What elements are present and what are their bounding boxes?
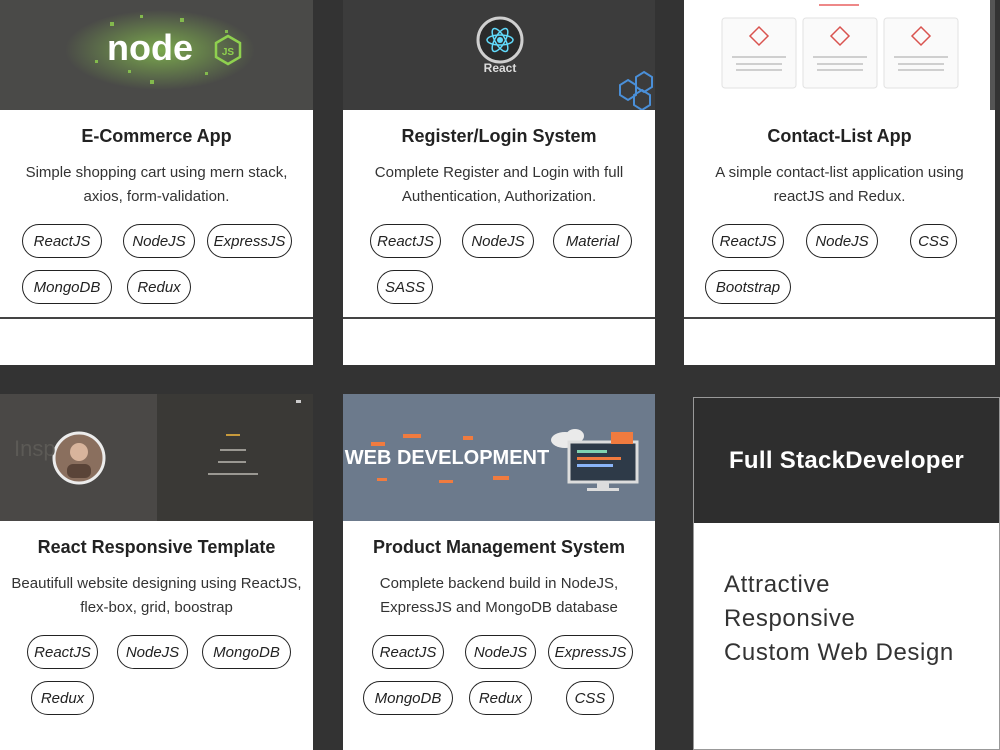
svg-text:React: React [484, 61, 517, 75]
tag-mongodb: MongoDB [22, 270, 112, 304]
tag-nodejs: NodeJS [462, 224, 534, 258]
tag-redux: Redux [31, 681, 94, 715]
project-card-register-login[interactable]: React Register/Login System Complete Reg… [343, 0, 655, 365]
feature-cards-preview-icon [721, 0, 995, 110]
promo-taglines: Attractive Responsive Custom Web Design [724, 568, 954, 670]
project-thumbnail-react: React [343, 0, 655, 110]
tag-mongodb: MongoDB [202, 635, 291, 669]
svg-text:Insp: Insp [14, 436, 56, 461]
promo-line: Attractive [724, 571, 831, 598]
tag-expressjs: ExpressJS [548, 635, 633, 669]
project-card-ecommerce[interactable]: node JS E-Commerce App Simple shopping c… [0, 0, 313, 365]
project-thumbnail-template: Insp [0, 394, 313, 521]
project-description: Complete Register and Login with full Au… [374, 164, 624, 205]
promo-heading: Full StackDeveloper [694, 398, 999, 523]
project-title: E-Commerce App [81, 126, 232, 146]
project-title: React Responsive Template [37, 537, 276, 557]
tag-material: Material [553, 224, 632, 258]
svg-text:JS: JS [222, 47, 235, 58]
tag-reactjs: ReactJS [712, 224, 784, 258]
project-description: A simple contact-list application using … [715, 164, 964, 205]
card-divider [343, 317, 655, 319]
tag-reactjs: ReactJS [372, 635, 444, 669]
project-thumbnail-contact [684, 0, 995, 110]
project-description: Complete backend build in NodeJS, Expres… [379, 575, 619, 616]
svg-text:node: node [107, 27, 193, 68]
project-description: Beautifull website designing using React… [11, 575, 302, 616]
tag-css: CSS [910, 224, 957, 258]
tag-mongodb: MongoDB [363, 681, 453, 715]
project-title: Product Management System [372, 537, 626, 557]
card-divider [684, 317, 995, 319]
project-card-product-management[interactable]: WEB DEVELOPMENT Product Management Syste… [343, 394, 655, 750]
tag-nodejs: NodeJS [117, 635, 188, 669]
project-title: Register/Login System [401, 126, 597, 146]
svg-text:WEB DEVELOPMENT: WEB DEVELOPMENT [345, 447, 549, 469]
project-title: Contact-List App [767, 126, 912, 146]
promo-line: Custom Web Design [724, 639, 954, 666]
web-development-illustration-icon: WEB DEVELOPMENT [343, 394, 655, 521]
tag-redux: Redux [127, 270, 191, 304]
tag-redux: Redux [469, 681, 532, 715]
tag-nodejs: NodeJS [465, 635, 536, 669]
project-description: Simple shopping cart using mern stack, a… [25, 164, 288, 205]
project-thumbnail-webdev: WEB DEVELOPMENT [343, 394, 655, 521]
tag-reactjs: ReactJS [370, 224, 441, 258]
promo-line: Responsive [724, 605, 856, 632]
tag-nodejs: NodeJS [806, 224, 878, 258]
promo-panel: Full StackDeveloper Attractive Responsiv… [693, 397, 1000, 750]
tag-reactjs: ReactJS [22, 224, 102, 258]
tag-css: CSS [566, 681, 614, 715]
project-card-react-template[interactable]: Insp React Responsive Template Beautiful… [0, 394, 313, 750]
card-divider [0, 317, 313, 319]
template-preview-icon: Insp [0, 394, 313, 521]
tag-expressjs: ExpressJS [207, 224, 292, 258]
react-logo-icon: React [476, 16, 653, 110]
tag-reactjs: ReactJS [27, 635, 98, 669]
project-card-contact-list[interactable]: Contact-List App A simple contact-list a… [684, 0, 995, 365]
tag-sass: SASS [377, 270, 433, 304]
project-thumbnail-node: node JS [0, 0, 313, 110]
node-logo-icon: node JS [65, 10, 255, 90]
tag-nodejs: NodeJS [123, 224, 195, 258]
tag-bootstrap: Bootstrap [705, 270, 791, 304]
